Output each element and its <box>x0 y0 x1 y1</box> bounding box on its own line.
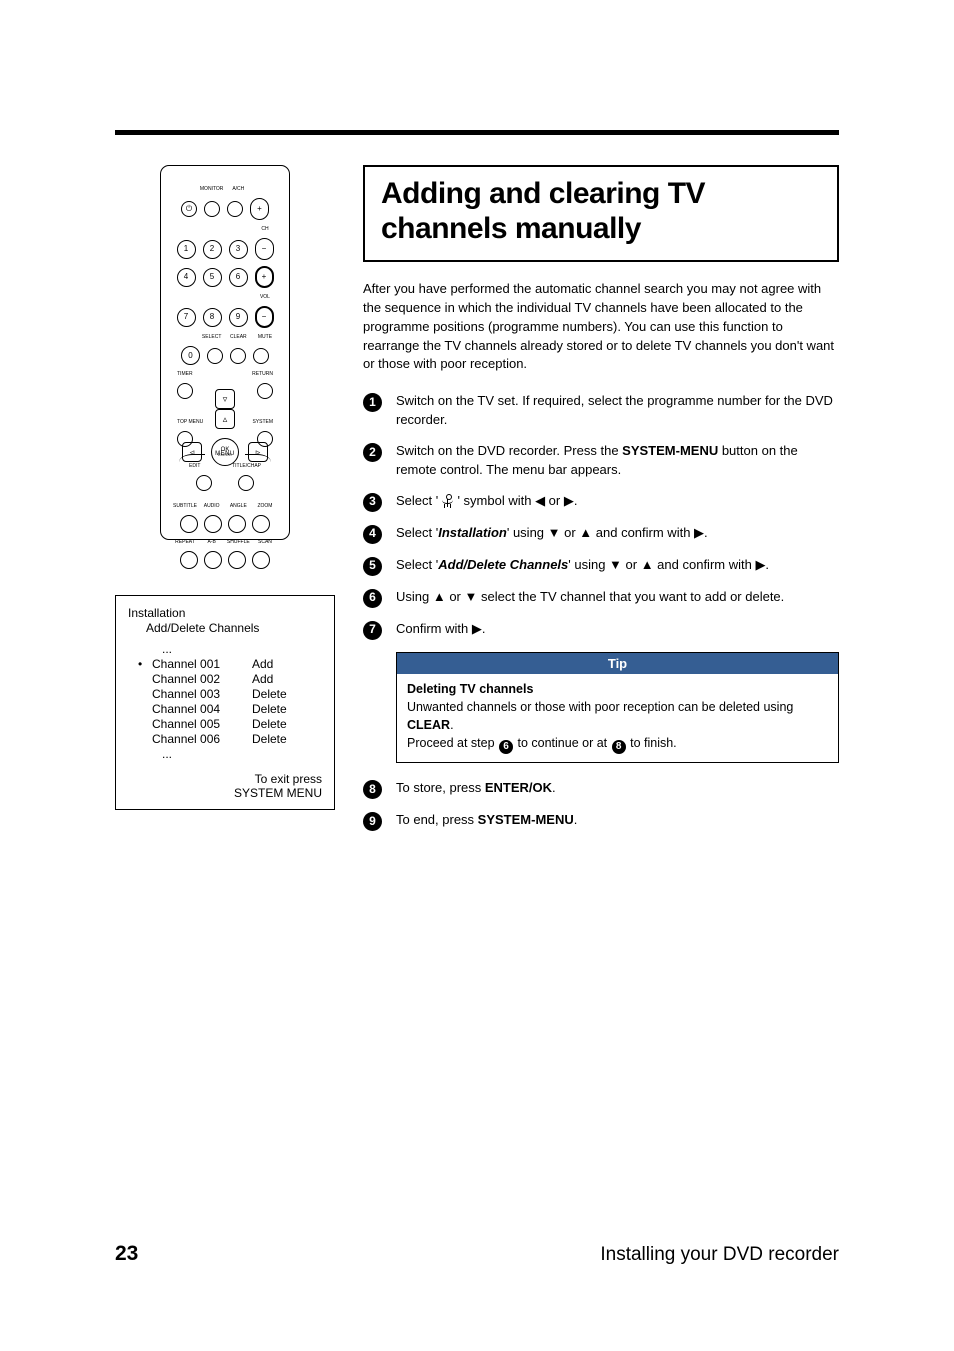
step-8: 8 To store, press ENTER/OK. <box>363 779 839 799</box>
dpad-down: ▿ <box>215 389 235 409</box>
digit-7: 7 <box>177 308 196 327</box>
audio-button <box>204 515 222 533</box>
osd-exit-line2: SYSTEM MENU <box>128 786 322 800</box>
menu-label: MENU <box>171 451 279 457</box>
osd-screenbox: Installation Add/Delete Channels ... • C… <box>115 595 335 810</box>
osd-dots-top: ... <box>162 642 322 657</box>
zoom-button <box>252 515 270 533</box>
tip-body-2: Proceed at step 6 to continue or at 8 to… <box>407 736 677 750</box>
repeat-button <box>180 551 198 569</box>
step-text: Switch on the TV set. If required, selec… <box>396 392 839 430</box>
mute-button <box>253 348 269 364</box>
step-2: 2 Switch on the DVD recorder. Press the … <box>363 442 839 480</box>
channel-row: Channel 006 Delete <box>138 732 322 747</box>
avch-button <box>227 201 243 217</box>
osd-dots-bottom: ... <box>162 747 322 762</box>
ch-down-button: − <box>255 238 274 260</box>
tip-box: Tip Deleting TV channels Unwanted channe… <box>396 652 839 764</box>
channel-row: • Channel 001 Add <box>138 657 322 672</box>
shuffle-button <box>228 551 246 569</box>
top-divider <box>115 130 839 135</box>
step-text: Switch on the DVD recorder. Press the SY… <box>396 442 839 480</box>
remote-illustration: MONITORA/CH ⏻ + CH 1 2 3 − 4 5 6 <box>160 165 290 540</box>
digit-9: 9 <box>229 308 248 327</box>
page-number: 23 <box>115 1242 138 1266</box>
digit-4: 4 <box>177 268 196 287</box>
step-number-icon: 8 <box>363 780 382 799</box>
step-text: To end, press SYSTEM-MENU. <box>396 811 839 830</box>
intro-paragraph: After you have performed the automatic c… <box>363 280 839 374</box>
titlechap-button <box>238 475 254 491</box>
person-icon <box>442 494 454 508</box>
monitor-button <box>204 201 220 217</box>
channel-row: Channel 002 Add <box>138 672 322 687</box>
vol-down-button: − <box>255 306 274 328</box>
select-button <box>207 348 223 364</box>
step-text: Select 'Add/Delete Channels' using ▼ or … <box>396 556 839 575</box>
step-number-icon: 6 <box>363 589 382 608</box>
step-9: 9 To end, press SYSTEM-MENU. <box>363 811 839 831</box>
channel-row: Channel 004 Delete <box>138 702 322 717</box>
step-number-icon: 7 <box>363 621 382 640</box>
ch-up-button: + <box>250 198 269 220</box>
osd-subtitle: Add/Delete Channels <box>146 621 322 636</box>
step-6: 6 Using ▲ or ▼ select the TV channel tha… <box>363 588 839 608</box>
section-title: Adding and clearing TV channels manually <box>381 177 821 246</box>
step-4: 4 Select 'Installation' using ▼ or ▲ and… <box>363 524 839 544</box>
step-number-icon: 9 <box>363 812 382 831</box>
step-1: 1 Switch on the TV set. If required, sel… <box>363 392 839 430</box>
vol-up-button: + <box>255 266 274 288</box>
tip-title: Deleting TV channels <box>407 682 533 696</box>
osd-exit-line1: To exit press <box>128 772 322 786</box>
angle-button <box>228 515 246 533</box>
step-7: 7 Confirm with ▶. <box>363 620 839 640</box>
standby-button: ⏻ <box>181 201 197 217</box>
clear-button <box>230 348 246 364</box>
tip-body: Unwanted channels or those with poor rec… <box>407 700 793 732</box>
step-text: To store, press ENTER/OK. <box>396 779 839 798</box>
digit-3: 3 <box>229 240 248 259</box>
step-number-icon: 3 <box>363 493 382 512</box>
inline-step-ref-icon: 8 <box>612 740 626 754</box>
channel-row: Channel 003 Delete <box>138 687 322 702</box>
timer-button <box>177 383 193 399</box>
step-text: Select ' ' symbol with ◀ or ▶. <box>396 492 839 511</box>
digit-8: 8 <box>203 308 222 327</box>
step-text: Using ▲ or ▼ select the TV channel that … <box>396 588 839 607</box>
edit-button <box>196 475 212 491</box>
inline-step-ref-icon: 6 <box>499 740 513 754</box>
digit-5: 5 <box>203 268 222 287</box>
step-number-icon: 1 <box>363 393 382 412</box>
osd-title: Installation <box>128 606 322 621</box>
footer-section-title: Installing your DVD recorder <box>600 1244 839 1266</box>
step-number-icon: 4 <box>363 525 382 544</box>
digit-0: 0 <box>181 346 200 365</box>
subtitle-button <box>180 515 198 533</box>
step-3: 3 Select ' ' symbol with ◀ or ▶. <box>363 492 839 512</box>
scan-button <box>252 551 270 569</box>
dpad-up: ▵ <box>215 409 235 429</box>
section-title-box: Adding and clearing TV channels manually <box>363 165 839 262</box>
step-number-icon: 5 <box>363 557 382 576</box>
step-5: 5 Select 'Add/Delete Channels' using ▼ o… <box>363 556 839 576</box>
tip-heading: Tip <box>397 653 838 674</box>
step-text: Select 'Installation' using ▼ or ▲ and c… <box>396 524 839 543</box>
step-number-icon: 2 <box>363 443 382 462</box>
digit-6: 6 <box>229 268 248 287</box>
ab-button <box>204 551 222 569</box>
return-button <box>257 383 273 399</box>
step-text: Confirm with ▶. <box>396 620 839 639</box>
digit-2: 2 <box>203 240 222 259</box>
channel-row: Channel 005 Delete <box>138 717 322 732</box>
digit-1: 1 <box>177 240 196 259</box>
